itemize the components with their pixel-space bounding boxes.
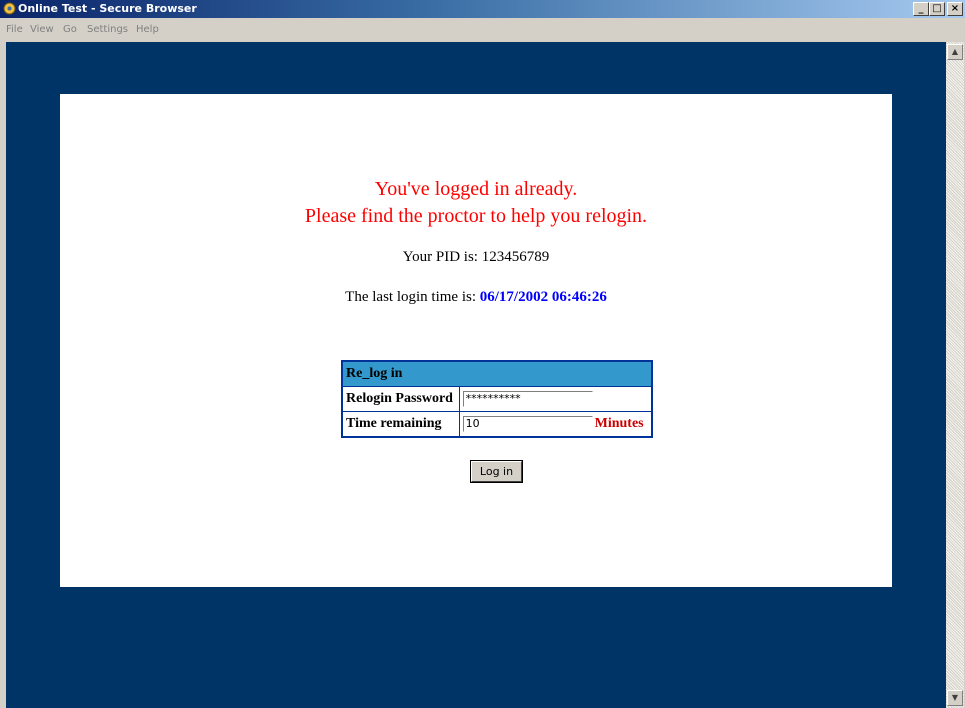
time-remaining-label: Time remaining (341, 411, 460, 438)
password-cell (458, 386, 653, 412)
last-login-label: The last login time is: (345, 289, 476, 305)
menu-file[interactable]: File (6, 24, 23, 35)
password-label: Relogin Password (341, 386, 460, 412)
already-logged-in-message: You've logged in already. (374, 178, 578, 200)
maximize-button[interactable]: □ (929, 2, 945, 16)
time-remaining-field (462, 415, 593, 432)
last-login-line: The last login time is: 06/17/2002 06:46… (60, 289, 892, 306)
window-title: Online Test - Secure Browser (18, 2, 197, 15)
minutes-unit: Minutes (594, 416, 644, 432)
find-proctor-message: Please find the proctor to help you relo… (304, 205, 648, 227)
scroll-up-icon[interactable]: ▲ (947, 44, 963, 60)
menu-help[interactable]: Help (136, 24, 159, 35)
scroll-down-icon[interactable]: ▼ (947, 690, 963, 706)
app-icon (3, 2, 16, 15)
login-button[interactable]: Log in (470, 460, 523, 483)
relogin-password-input[interactable] (462, 390, 593, 407)
last-login-time: 06/17/2002 06:46:26 (479, 289, 607, 305)
relogin-panel: You've logged in already. Please find th… (60, 94, 892, 587)
menu-go[interactable]: Go (63, 24, 77, 35)
menu-bar: File View Go Settings Help (0, 18, 965, 42)
menu-view[interactable]: View (30, 24, 54, 35)
title-bar: Online Test - Secure Browser _ □ × (0, 0, 965, 18)
close-button[interactable]: × (947, 2, 963, 16)
minimize-button[interactable]: _ (913, 2, 929, 16)
pid-text: Your PID is: 123456789 (402, 249, 550, 265)
relogin-table: Re_log in Relogin Password Time remainin… (341, 360, 653, 438)
relogin-header: Re_log in (341, 360, 653, 387)
vertical-scrollbar[interactable]: ▲ ▼ (946, 42, 964, 708)
time-remaining-cell: Minutes (458, 411, 653, 438)
menu-settings[interactable]: Settings (87, 24, 128, 35)
